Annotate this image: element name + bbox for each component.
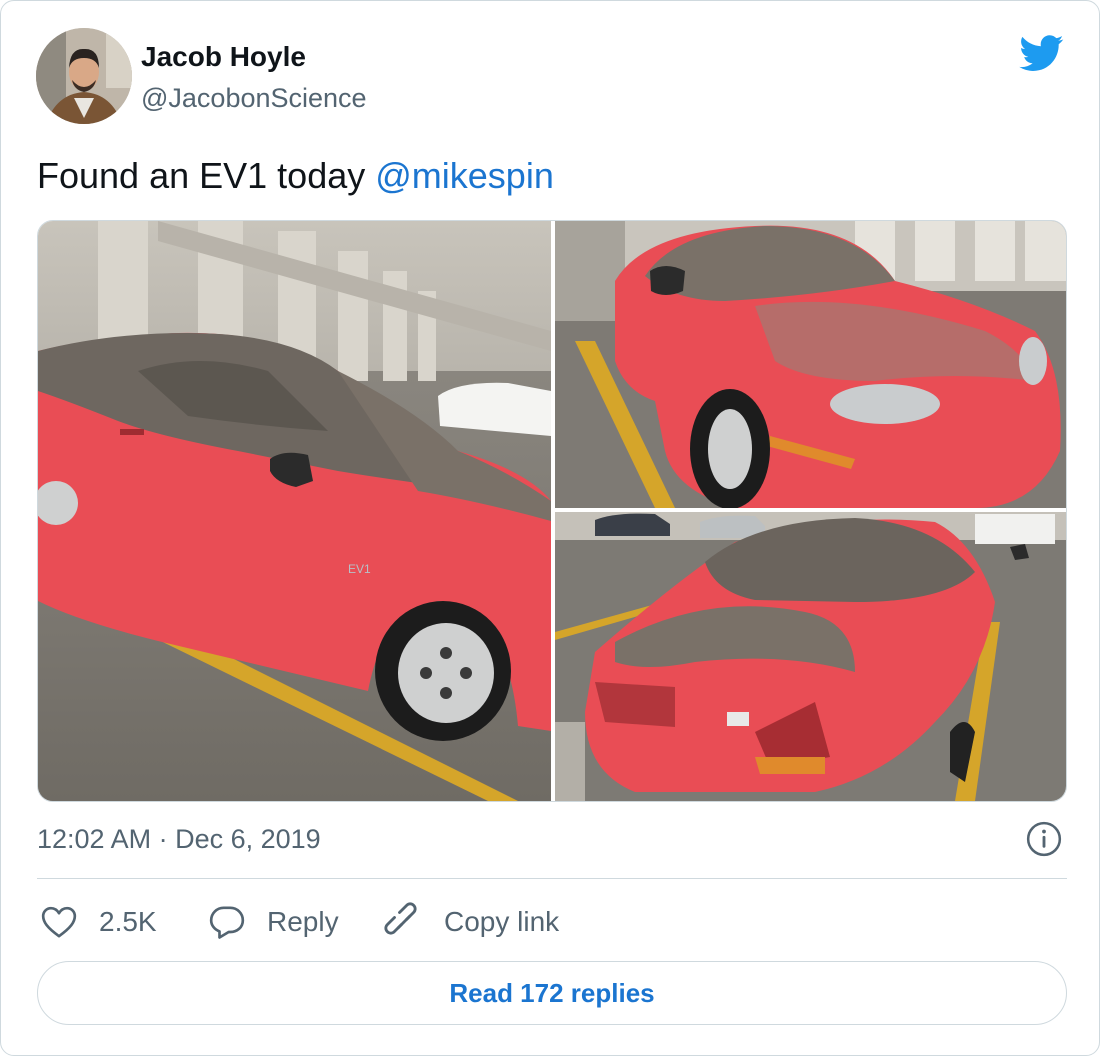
divider (37, 878, 1067, 879)
mention-link[interactable]: @mikespin (375, 155, 554, 196)
photo-ev1-front-view[interactable] (555, 221, 1066, 508)
author-name[interactable]: Jacob Hoyle (141, 39, 306, 75)
photo-ev1-rear-view[interactable] (555, 512, 1066, 801)
like-button[interactable]: 2.5K (39, 899, 157, 945)
read-replies-label: Read 172 replies (449, 977, 655, 1008)
avatar[interactable] (36, 28, 132, 124)
copy-link-label: Copy link (444, 906, 560, 937)
tweet-timestamp[interactable]: 12:02 AM · Dec 6, 2019 (37, 821, 321, 857)
twitter-bird-icon[interactable] (1017, 31, 1067, 75)
link-chain-icon (384, 902, 417, 935)
svg-text:EV1: EV1 (348, 562, 371, 576)
photo-ev1-side-view[interactable]: EV1 (38, 221, 551, 801)
like-count: 2.5K (99, 906, 157, 937)
media-grid: EV1 (37, 220, 1067, 802)
reply-button[interactable]: Reply (207, 899, 339, 945)
reply-bubble-icon (209, 906, 245, 939)
author-handle[interactable]: @JacobonScience (141, 81, 367, 115)
tweet-body: Found an EV1 today (37, 155, 376, 196)
reply-label: Reply (267, 906, 339, 937)
tweet-embed-card: Jacob Hoyle @JacobonScience Found an EV1… (0, 0, 1100, 1056)
info-icon[interactable] (1025, 820, 1063, 858)
tweet-text: Found an EV1 today @mikespin (37, 153, 554, 199)
copy-link-button[interactable]: Copy link (384, 899, 559, 945)
heart-icon (41, 906, 77, 938)
read-replies-button[interactable]: Read 172 replies (37, 961, 1067, 1025)
